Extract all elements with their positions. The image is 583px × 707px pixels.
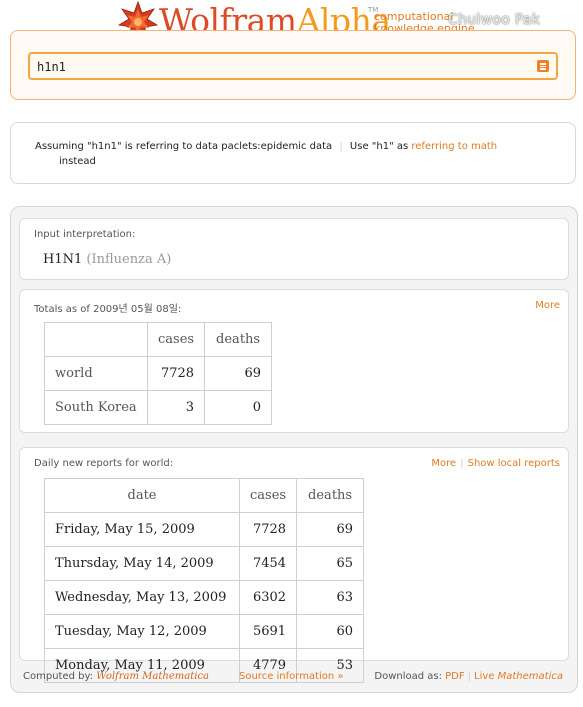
table-header-row: date cases deaths [44, 478, 365, 513]
download-live-mathematica-link[interactable]: Live Mathematica [474, 671, 563, 682]
more-link[interactable]: More [431, 458, 456, 469]
assumption-text: Assuming "h1n1" is referring to data pac… [35, 141, 333, 152]
pod-title: Daily new reports for world: [34, 458, 174, 469]
download-options: Download as: PDF | Live Mathematica [374, 671, 563, 682]
interpretation-sub: (Influenza A) [86, 252, 172, 267]
table-cell-date: Wednesday, May 13, 2009 [44, 580, 240, 615]
search-query-text[interactable]: h1n1 [37, 60, 66, 74]
source-information-link[interactable]: Source information » [239, 671, 344, 682]
user-name[interactable]: Chulwoo Pak [448, 12, 540, 28]
daily-table: date cases deaths Friday, May 15, 2009 7… [44, 478, 365, 683]
table-header-cell: cases [146, 322, 206, 357]
interpretation-main: H1N1 [43, 252, 83, 267]
table-cell-deaths: 63 [296, 580, 365, 615]
table-cell-date: Thursday, May 14, 2009 [44, 546, 240, 581]
results-panel: Input interpretation: H1N1 (Influenza A)… [10, 206, 578, 693]
table-cell-deaths: 60 [296, 614, 365, 649]
live-mathematica-label: Mathematica [497, 671, 563, 682]
table-cell-cases: 7728 [146, 356, 206, 391]
table-cell-deaths: 65 [296, 546, 365, 581]
pod-totals: Totals as of 2009년 05월 08일: More cases d… [19, 289, 569, 433]
table-cell-cases: 3 [146, 390, 206, 425]
table-cell-deaths: 69 [204, 356, 273, 391]
pod-title: Totals as of 2009년 05월 08일: [34, 304, 182, 315]
computed-by-label: Computed by: [23, 671, 94, 682]
table-cell-deaths: 0 [204, 390, 273, 425]
show-local-reports-link[interactable]: Show local reports [468, 458, 560, 469]
pod-action-separator: | [460, 458, 464, 469]
brand-wolfram: Wolfram [96, 671, 139, 682]
pod-input-interpretation: Input interpretation: H1N1 (Influenza A) [19, 218, 569, 280]
search-input[interactable]: h1n1 [28, 52, 558, 80]
assumption-instead: instead [59, 156, 96, 167]
table-cell-deaths: 69 [296, 512, 365, 547]
table-header-row: cases deaths [44, 322, 273, 357]
assumption-separator: | [339, 141, 343, 152]
brand-mathematica: Mathematica [142, 671, 209, 682]
table-row: Friday, May 15, 2009 7728 69 [44, 512, 365, 547]
download-pdf-link[interactable]: PDF [445, 671, 464, 682]
table-cell-cases: 5691 [238, 614, 298, 649]
assumption-box: Assuming "h1n1" is referring to data pac… [10, 122, 576, 184]
download-as-label: Download as: [374, 671, 442, 682]
table-cell-label: world [44, 356, 148, 391]
table-cell-cases: 6302 [238, 580, 298, 615]
totals-table: cases deaths world 7728 69 South Korea 3… [44, 322, 273, 425]
table-row: world 7728 69 [44, 356, 273, 391]
table-row: Tuesday, May 12, 2009 5691 60 [44, 614, 365, 649]
assumption-line: Assuming "h1n1" is referring to data pac… [35, 139, 497, 155]
table-header-cell: date [44, 478, 240, 513]
table-header-cell: cases [238, 478, 298, 513]
table-row: South Korea 3 0 [44, 390, 273, 425]
menu-icon[interactable] [537, 60, 549, 72]
table-cell-date: Tuesday, May 12, 2009 [44, 614, 240, 649]
table-cell-date: Friday, May 15, 2009 [44, 512, 240, 547]
computed-by: Computed by: Wolfram Mathematica [23, 671, 209, 682]
table-header-cell: deaths [296, 478, 365, 513]
referring-to-math-link[interactable]: referring to math [411, 141, 497, 152]
pod-daily-reports: Daily new reports for world: More | Show l… [19, 447, 569, 683]
download-separator: | [467, 671, 472, 682]
table-row: Thursday, May 14, 2009 7454 65 [44, 546, 365, 581]
mathematica-brand-link[interactable]: Wolfram Mathematica [96, 671, 209, 682]
table-cell-cases: 7728 [238, 512, 298, 547]
pod-actions: More | Show local reports [431, 458, 560, 469]
live-label: Live [474, 671, 495, 682]
table-header-cell [44, 322, 148, 357]
table-cell-cases: 7454 [238, 546, 298, 581]
pod-title: Input interpretation: [34, 229, 136, 240]
interpretation-value: H1N1 (Influenza A) [43, 252, 171, 267]
table-header-cell: deaths [204, 322, 273, 357]
table-cell-label: South Korea [44, 390, 148, 425]
results-footer: Computed by: Wolfram Mathematica Source … [11, 667, 577, 687]
more-link[interactable]: More [535, 300, 560, 311]
table-row: Wednesday, May 13, 2009 6302 63 [44, 580, 365, 615]
search-panel: h1n1 [10, 30, 576, 100]
assumption-alt-text: Use "h1" as [349, 141, 409, 152]
